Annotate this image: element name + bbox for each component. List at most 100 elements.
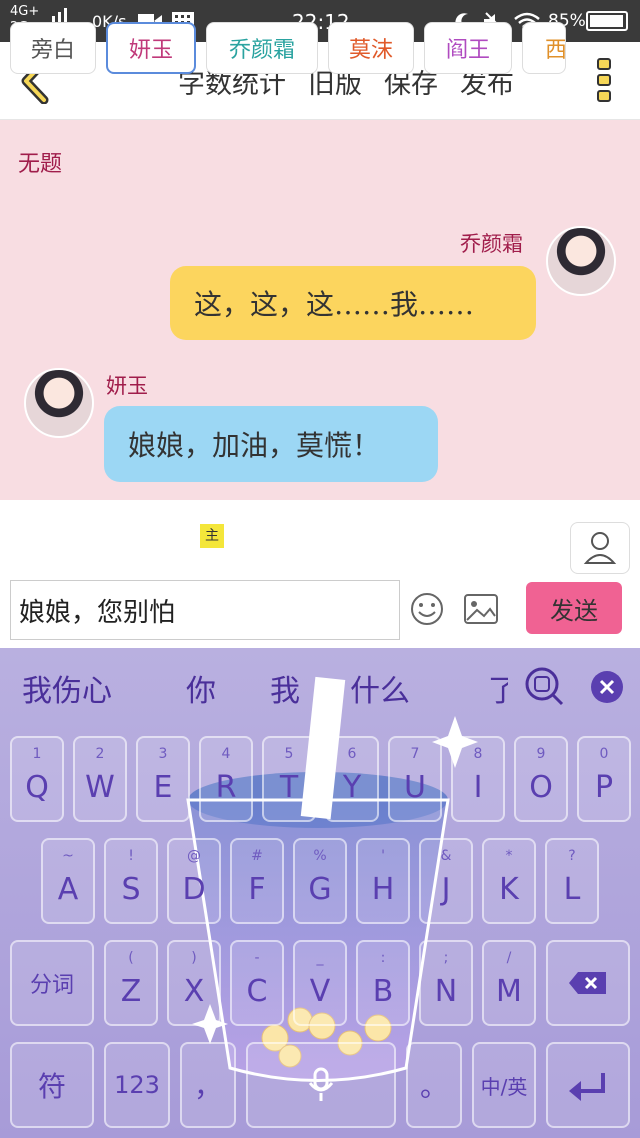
keyboard: 我伤心 你 我 什么 了 1Q2W3E4R5T6Y7U8I9O0P ~ A! S @ D… <box>0 648 640 1138</box>
role-tab-narrator[interactable]: 旁白 <box>10 22 96 74</box>
key-secondary-label: ' <box>381 848 385 864</box>
image-icon[interactable] <box>464 594 498 624</box>
key-o[interactable]: 9O <box>514 736 568 822</box>
enter-icon <box>569 1073 605 1101</box>
role-tab-xi[interactable]: 西 <box>522 22 566 74</box>
message-bubble[interactable]: 娘娘，加油，莫慌！ <box>104 406 438 482</box>
key-label: N <box>434 974 458 1009</box>
role-tab-yanwang[interactable]: 阎王 <box>424 22 512 74</box>
key-secondary-label: & <box>440 848 452 864</box>
key-z[interactable]: (Z <box>104 940 158 1026</box>
candidate-bar: 我伤心 你 我 什么 了 <box>0 648 640 726</box>
key-secondary-label: ! <box>128 848 134 864</box>
key-secondary-label: 7 <box>410 746 420 762</box>
key-secondary-label: 9 <box>536 746 546 762</box>
key-n[interactable]: ; N <box>419 940 473 1026</box>
key-secondary-label: 2 <box>95 746 105 762</box>
key-label: B <box>372 974 394 1009</box>
candidate-word[interactable]: 我 <box>270 666 300 710</box>
key-m[interactable]: / M <box>482 940 536 1026</box>
key-e[interactable]: 3E <box>136 736 190 822</box>
key-v[interactable]: _ V <box>293 940 347 1026</box>
battery-icon <box>586 11 628 31</box>
key-secondary-label: 1 <box>32 746 42 762</box>
key-label: X <box>183 974 205 1009</box>
space-key[interactable] <box>246 1042 396 1128</box>
key-secondary-label: ; <box>443 950 449 966</box>
key-u[interactable]: 7U <box>388 736 442 822</box>
role-tab-momo[interactable]: 莫沫 <box>328 22 414 74</box>
candidate-word[interactable]: 你 <box>186 666 216 710</box>
number-key[interactable]: 123 <box>104 1042 170 1128</box>
key-f[interactable]: # F <box>230 838 284 924</box>
key-l[interactable]: ? L <box>545 838 599 924</box>
key-label: E <box>153 770 173 805</box>
role-tab-yanyu[interactable]: 妍玉 <box>106 22 196 74</box>
key-secondary-label: : <box>380 950 386 966</box>
key-label: K <box>499 872 519 907</box>
key-a[interactable]: ~ A <box>41 838 95 924</box>
key-i[interactable]: 8I <box>451 736 505 822</box>
key-t[interactable]: 5T <box>262 736 316 822</box>
key-g[interactable]: % G <box>293 838 347 924</box>
key-p[interactable]: 0P <box>577 736 631 822</box>
split-word-key[interactable]: 分词 <box>10 940 94 1026</box>
key-label: P <box>594 770 614 805</box>
key-h[interactable]: ' H <box>356 838 410 924</box>
key-x[interactable]: ) X <box>167 940 221 1026</box>
key-secondary-label: _ <box>316 950 324 966</box>
key-secondary-label: 8 <box>473 746 483 762</box>
key-y[interactable]: 6Y <box>325 736 379 822</box>
key-label: L <box>563 872 581 907</box>
key-label: T <box>279 770 299 805</box>
network-type-top: 4G+ <box>10 4 40 19</box>
key-label: R <box>215 770 237 805</box>
key-label: J <box>441 872 451 907</box>
role-tab-qiaoyanshuang[interactable]: 乔颜霜 <box>206 22 318 74</box>
backspace-key[interactable] <box>546 940 630 1026</box>
add-role-button[interactable] <box>570 522 630 574</box>
enter-key[interactable] <box>546 1042 630 1128</box>
key-label: M <box>496 974 522 1009</box>
microphone-icon <box>308 1067 334 1101</box>
key-label: Q <box>25 770 49 805</box>
key-secondary-label: * <box>505 848 513 864</box>
sticker-search-icon[interactable] <box>524 666 564 706</box>
emoji-icon[interactable] <box>410 592 444 626</box>
key-d[interactable]: @ D <box>167 838 221 924</box>
message-input[interactable]: 娘娘，您别怕 <box>10 580 400 640</box>
key-c[interactable]: -C <box>230 940 284 1026</box>
symbol-key[interactable]: 符 <box>10 1042 94 1128</box>
candidate-word[interactable]: 了 <box>488 666 508 710</box>
key-s[interactable]: ! S <box>104 838 158 924</box>
more-menu-icon[interactable] <box>592 58 616 106</box>
key-w[interactable]: 2W <box>73 736 127 822</box>
key-label: C <box>246 974 268 1009</box>
key-label: W <box>85 770 115 805</box>
comma-key[interactable]: ， <box>180 1042 236 1128</box>
key-j[interactable]: & J <box>419 838 473 924</box>
candidate-word[interactable]: 我伤心 <box>22 666 112 710</box>
key-secondary-label: / <box>506 950 512 966</box>
key-label: Z <box>120 974 142 1009</box>
send-button[interactable]: 发送 <box>526 582 622 634</box>
key-b[interactable]: :B <box>356 940 410 1026</box>
key-secondary-label: 3 <box>158 746 168 762</box>
avatar[interactable] <box>546 226 616 296</box>
key-secondary-label: ( <box>128 950 134 966</box>
key-r[interactable]: 4R <box>199 736 253 822</box>
message-bubble[interactable]: 这，这，这……我…… <box>170 266 536 340</box>
period-key[interactable]: 。 <box>406 1042 462 1128</box>
key-secondary-label: 6 <box>347 746 357 762</box>
key-q[interactable]: 1Q <box>10 736 64 822</box>
key-k[interactable]: * K <box>482 838 536 924</box>
key-label: S <box>121 872 141 907</box>
key-secondary-label: @ <box>187 848 201 864</box>
language-switch-key[interactable]: 中/英 <box>472 1042 536 1128</box>
candidate-word[interactable]: 什么 <box>350 666 410 710</box>
avatar[interactable] <box>24 368 94 438</box>
key-secondary-label: ~ <box>62 848 74 864</box>
key-secondary-label: - <box>254 950 260 966</box>
key-label: A <box>57 872 79 907</box>
close-icon[interactable] <box>590 670 624 704</box>
